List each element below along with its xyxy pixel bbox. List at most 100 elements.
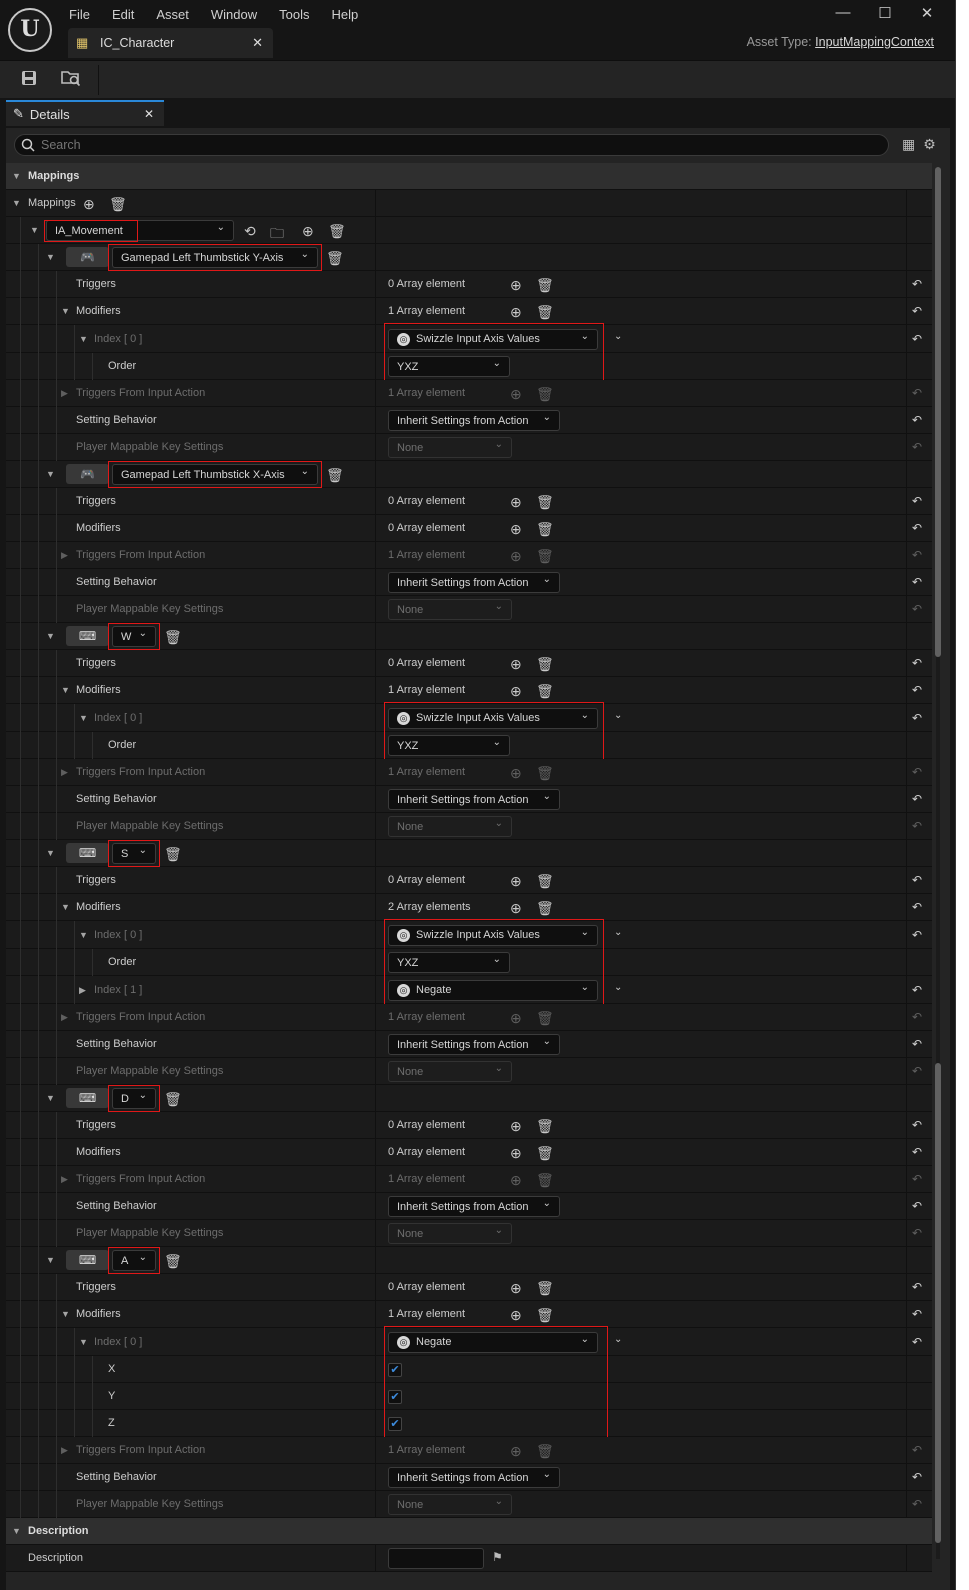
keyboard-icon[interactable]: ⌨ [66,843,109,863]
delete-action-icon[interactable]: 🗑 [328,223,346,240]
expand-arrow-icon[interactable]: ▼ [61,894,70,921]
key-select-dropdown[interactable]: Gamepad Left Thumbstick Y-Axis ⌄ [112,247,318,268]
axis-checkbox[interactable]: ✔ [388,1362,402,1377]
details-tab[interactable]: ✎ Details ✕ [6,100,164,126]
reset-to-default-icon[interactable]: ↶ [912,1037,922,1051]
reset-to-default-icon[interactable]: ↶ [912,494,922,508]
delete-icon[interactable]: 🗑 [536,900,554,917]
delete-icon[interactable]: 🗑 [536,1010,554,1027]
expand-arrow-icon[interactable]: ▼ [46,461,55,488]
reset-to-default-icon[interactable]: ↶ [912,928,922,942]
expand-arrow-icon[interactable]: ▶ [61,542,68,569]
reset-to-default-icon[interactable]: ↶ [912,683,922,697]
menu-asset[interactable]: Asset [145,4,200,25]
reset-to-default-icon[interactable]: ↶ [912,1172,922,1186]
search-box[interactable] [14,134,889,156]
add-element-icon[interactable]: ⊕ [510,1118,522,1135]
collapse-arrow-icon[interactable]: ▼ [12,1518,21,1545]
add-element-icon[interactable]: ⊕ [510,277,522,294]
add-element-icon[interactable]: ⊕ [510,494,522,511]
setting-behavior-dropdown[interactable]: Inherit Settings from Action ⌄ [388,1467,560,1488]
modifier-dropdown[interactable]: ◎ Swizzle Input Axis Values ⌄ [388,924,598,946]
chevron-down-icon[interactable]: ⌄ [614,982,622,993]
setting-behavior-dropdown[interactable]: Inherit Settings from Action ⌄ [388,789,560,810]
asset-type-link[interactable]: InputMappingContext [815,35,934,49]
search-input[interactable] [41,138,821,152]
add-mapping-icon[interactable]: ⊕ [83,196,95,213]
key-select-dropdown[interactable]: S ⌄ [112,843,156,864]
delete-key-icon[interactable]: 🗑 [164,846,182,863]
expand-arrow-icon[interactable]: ▼ [79,921,88,949]
reset-to-default-icon[interactable]: ↶ [912,332,922,346]
add-element-icon[interactable]: ⊕ [510,1172,522,1189]
add-element-icon[interactable]: ⊕ [510,765,522,782]
key-select-dropdown[interactable]: A ⌄ [112,1250,156,1271]
input-action-dropdown[interactable]: IA_Movement ⌄ [46,220,234,241]
setting-behavior-dropdown[interactable]: Inherit Settings from Action ⌄ [388,1196,560,1217]
modifier-dropdown[interactable]: ◎ Swizzle Input Axis Values ⌄ [388,328,598,350]
reset-to-default-icon[interactable]: ↶ [912,548,922,562]
close-tab-icon[interactable]: ✕ [252,35,263,51]
add-element-icon[interactable]: ⊕ [510,873,522,890]
scrollbar-thumb[interactable] [935,167,941,657]
chevron-down-icon[interactable]: ⌄ [614,1334,622,1345]
reset-to-default-icon[interactable]: ↶ [912,1199,922,1213]
add-element-icon[interactable]: ⊕ [510,683,522,700]
keyboard-icon[interactable]: ⌨ [66,626,109,646]
keyboard-icon[interactable]: ⌨ [66,1250,109,1270]
delete-icon[interactable]: 🗑 [536,1172,554,1189]
expand-arrow-icon[interactable]: ▼ [46,840,55,867]
close-details-icon[interactable]: ✕ [144,107,154,121]
delete-icon[interactable]: 🗑 [536,1280,554,1297]
add-element-icon[interactable]: ⊕ [510,304,522,321]
expand-arrow-icon[interactable]: ▶ [79,976,86,1004]
add-element-icon[interactable]: ⊕ [510,1280,522,1297]
reset-to-default-icon[interactable]: ↶ [912,521,922,535]
expand-arrow-icon[interactable]: ▶ [61,759,68,786]
add-key-icon[interactable]: ⊕ [302,223,314,240]
player-mappable-dropdown[interactable]: None ⌄ [388,1494,512,1515]
reset-to-default-icon[interactable]: ↶ [912,575,922,589]
reset-to-default-icon[interactable]: ↶ [912,1307,922,1321]
delete-icon[interactable]: 🗑 [536,386,554,403]
gamepad-icon[interactable]: 🎮 [66,464,109,484]
delete-icon[interactable]: 🗑 [536,1443,554,1460]
reset-to-default-icon[interactable]: ↶ [912,1118,922,1132]
reset-to-default-icon[interactable]: ↶ [912,711,922,725]
modifier-dropdown[interactable]: ◎ Swizzle Input Axis Values ⌄ [388,707,598,729]
expand-arrow-icon[interactable]: ▶ [61,1166,68,1193]
reset-to-default-icon[interactable]: ↶ [912,873,922,887]
delete-icon[interactable]: 🗑 [536,656,554,673]
delete-mappings-icon[interactable]: 🗑 [109,196,127,213]
expand-arrow-icon[interactable]: ▶ [61,380,68,407]
reset-to-default-icon[interactable]: ↶ [912,1470,922,1484]
collapse-arrow-icon[interactable]: ▼ [12,163,21,190]
delete-icon[interactable]: 🗑 [536,683,554,700]
reset-to-default-icon[interactable]: ↶ [912,304,922,318]
reset-to-default-icon[interactable]: ↶ [912,1064,922,1078]
menu-edit[interactable]: Edit [101,4,145,25]
reset-to-default-icon[interactable]: ↶ [912,1226,922,1240]
axis-checkbox[interactable]: ✔ [388,1389,402,1404]
player-mappable-dropdown[interactable]: None ⌄ [388,1061,512,1082]
delete-icon[interactable]: 🗑 [536,494,554,511]
expand-arrow-icon[interactable]: ▼ [61,1301,70,1328]
reset-to-default-icon[interactable]: ↶ [912,1010,922,1024]
delete-icon[interactable]: 🗑 [536,1145,554,1162]
delete-icon[interactable]: 🗑 [536,765,554,782]
add-element-icon[interactable]: ⊕ [510,1307,522,1324]
player-mappable-dropdown[interactable]: None ⌄ [388,816,512,837]
expand-arrow-icon[interactable]: ▼ [30,217,39,244]
player-mappable-dropdown[interactable]: None ⌄ [388,1223,512,1244]
reset-to-default-icon[interactable]: ↶ [912,983,922,997]
menu-window[interactable]: Window [200,4,268,25]
add-element-icon[interactable]: ⊕ [510,900,522,917]
maximize-button[interactable]: ☐ [864,4,906,22]
expand-arrow-icon[interactable]: ▼ [61,298,70,325]
expand-arrow-icon[interactable]: ▼ [46,1085,55,1112]
delete-icon[interactable]: 🗑 [536,521,554,538]
reset-to-default-icon[interactable]: ↶ [912,386,922,400]
asset-tab[interactable]: ▦ IC_Character ✕ [68,28,273,58]
reset-to-default-icon[interactable]: ↶ [912,1443,922,1457]
expand-arrow-icon[interactable]: ▼ [79,1328,88,1356]
